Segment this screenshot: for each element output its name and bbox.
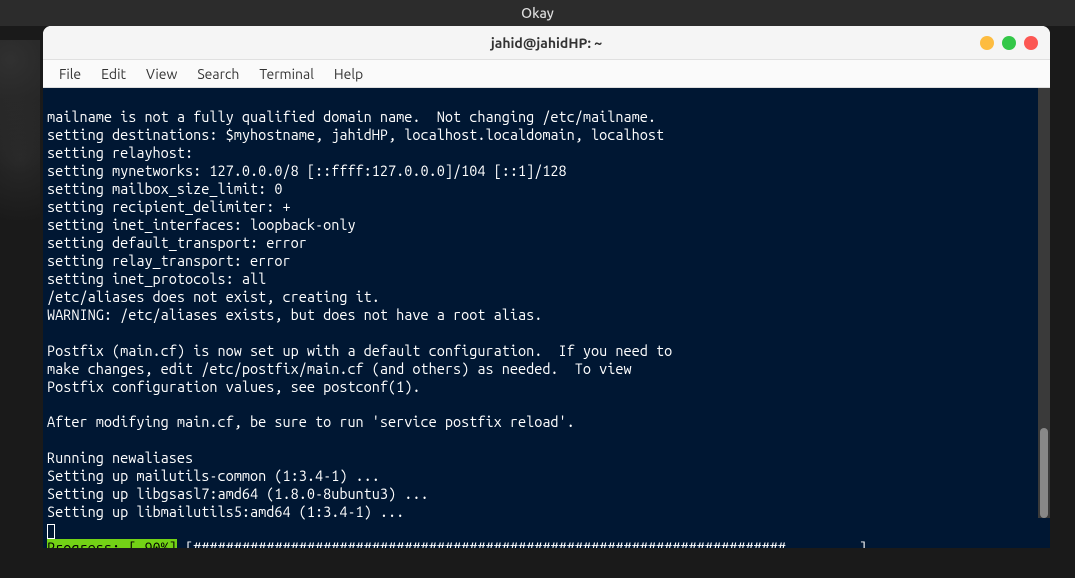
terminal-line: setting inet_protocols: all	[47, 270, 266, 287]
minimize-button[interactable]	[980, 36, 994, 50]
terminal-line: After modifying main.cf, be sure to run …	[47, 413, 575, 430]
menu-search[interactable]: Search	[189, 63, 247, 85]
terminal-line: Postfix configuration values, see postco…	[47, 378, 421, 395]
terminal-line: mailname is not a fully qualified domain…	[47, 108, 656, 125]
window-controls	[980, 36, 1038, 50]
terminal-line: Setting up libgsasl7:amd64 (1.8.0-8ubunt…	[47, 485, 429, 502]
menu-file[interactable]: File	[51, 63, 89, 85]
window-title: jahid@jahidHP: ~	[491, 35, 602, 51]
terminal-line: setting destinations: $myhostname, jahid…	[47, 126, 664, 143]
terminal-line: setting inet_interfaces: loopback-only	[47, 216, 356, 233]
menubar: File Edit View Search Terminal Help	[43, 60, 1050, 88]
terminal-line: setting relayhost:	[47, 144, 193, 161]
terminal-window: jahid@jahidHP: ~ File Edit View Search T…	[43, 26, 1050, 548]
terminal-line: setting mailbox_size_limit: 0	[47, 180, 282, 197]
terminal-line: setting relay_transport: error	[47, 252, 291, 269]
menu-view[interactable]: View	[138, 63, 185, 85]
menu-edit[interactable]: Edit	[93, 63, 134, 85]
cursor	[47, 524, 55, 539]
terminal-line: Setting up libmailutils5:amd64 (1:3.4-1)…	[47, 503, 404, 520]
terminal-line: Postfix (main.cf) is now set up with a d…	[47, 342, 672, 359]
titlebar[interactable]: jahid@jahidHP: ~	[43, 26, 1050, 60]
scrollbar-thumb[interactable]	[1040, 428, 1048, 518]
desktop-top-panel: Okay	[0, 0, 1075, 26]
top-panel-button[interactable]: Okay	[521, 5, 554, 21]
progress-bar: [#######################################…	[177, 539, 875, 548]
menu-help[interactable]: Help	[326, 63, 371, 85]
terminal-line: WARNING: /etc/aliases exists, but does n…	[47, 306, 542, 323]
terminal-line: setting recipient_delimiter: +	[47, 198, 291, 215]
terminal-line: setting default_transport: error	[47, 234, 307, 251]
menu-terminal[interactable]: Terminal	[251, 63, 322, 85]
terminal-output[interactable]: mailname is not a fully qualified domain…	[43, 88, 1050, 548]
terminal-line: /etc/aliases does not exist, creating it…	[47, 288, 380, 305]
terminal-line: Setting up mailutils-common (1:3.4-1) ..…	[47, 467, 380, 484]
close-button[interactable]	[1024, 36, 1038, 50]
terminal-line: setting mynetworks: 127.0.0.0/8 [::ffff:…	[47, 162, 567, 179]
progress-label: Progress: [ 90%]	[47, 539, 177, 548]
scrollbar[interactable]	[1038, 88, 1050, 518]
terminal-line: make changes, edit /etc/postfix/main.cf …	[47, 360, 632, 377]
maximize-button[interactable]	[1002, 36, 1016, 50]
terminal-line: Running newaliases	[47, 449, 193, 466]
